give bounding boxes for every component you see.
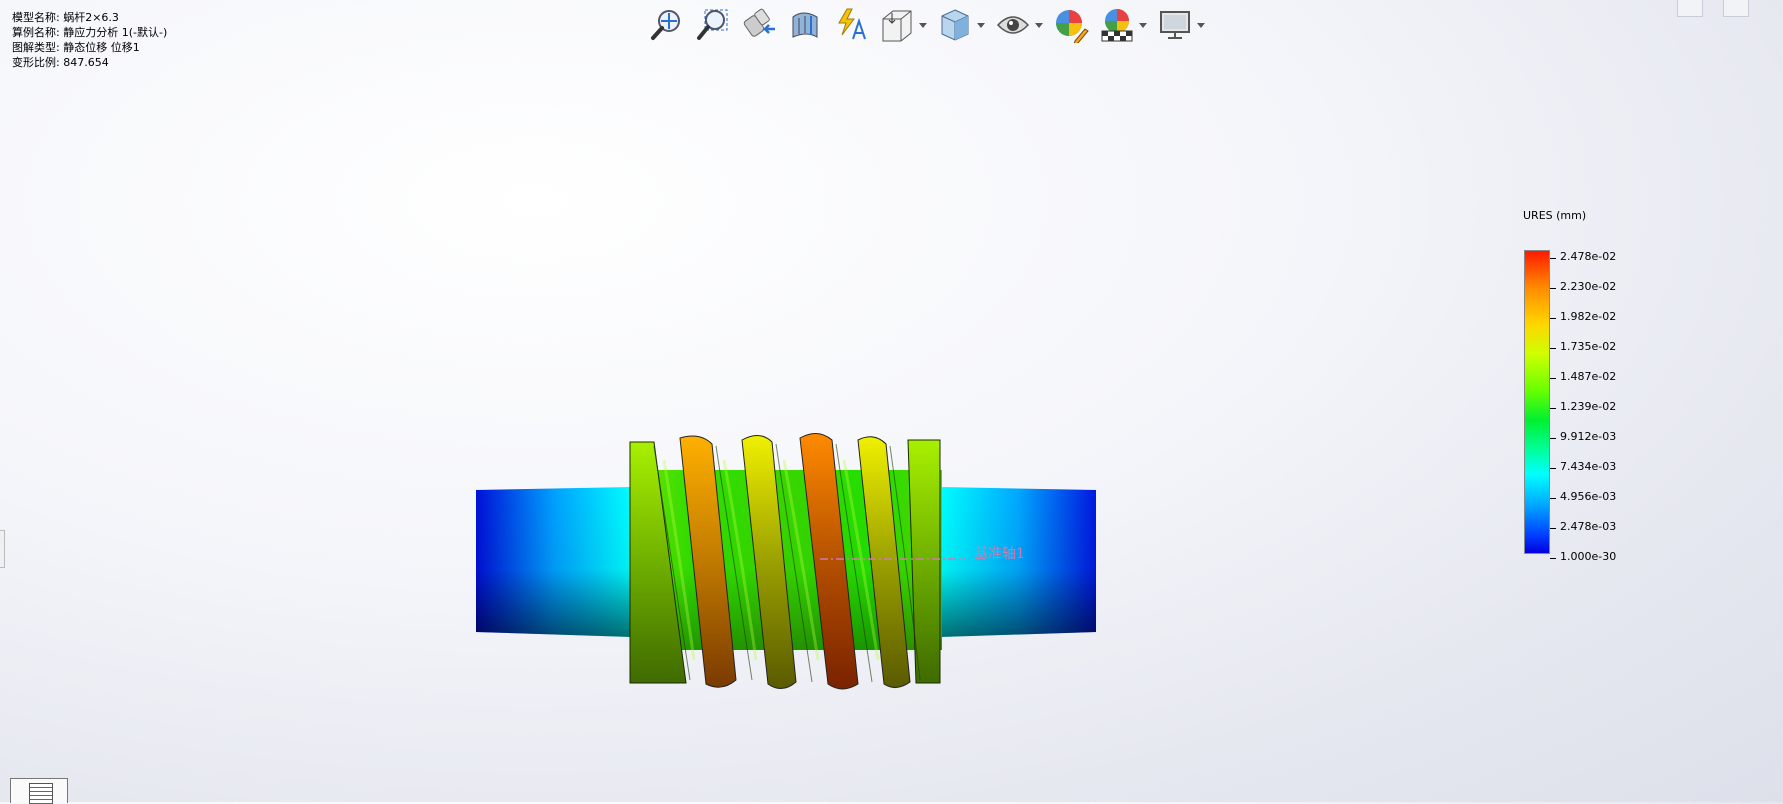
legend-color-bar <box>1524 250 1550 554</box>
legend-tick <box>1550 498 1556 499</box>
legend-value-label: 9.912e-03 <box>1560 430 1617 443</box>
legend-value-label: 7.434e-03 <box>1560 460 1617 473</box>
legend-value-label: 1.000e-30 <box>1560 550 1617 563</box>
worm-shaft-model <box>476 433 1096 690</box>
legend-tick <box>1550 468 1556 469</box>
legend-tick <box>1550 318 1556 319</box>
legend-tick <box>1550 258 1556 259</box>
legend-value-label: 4.956e-03 <box>1560 490 1617 503</box>
legend-value-label: 2.478e-02 <box>1560 250 1617 263</box>
legend-tick <box>1550 438 1556 439</box>
legend-tick <box>1550 378 1556 379</box>
legend-value-label: 1.735e-02 <box>1560 340 1617 353</box>
legend-tick <box>1550 558 1556 559</box>
legend-value-label: 1.487e-02 <box>1560 370 1617 383</box>
legend-tick <box>1550 348 1556 349</box>
legend-value-label: 2.478e-03 <box>1560 520 1617 533</box>
legend-title: URES (mm) <box>1523 209 1587 222</box>
legend-value-label: 1.239e-02 <box>1560 400 1617 413</box>
legend-value-label: 2.230e-02 <box>1560 280 1617 293</box>
legend-tick <box>1550 408 1556 409</box>
legend-tick <box>1550 288 1556 289</box>
legend-value-label: 1.982e-02 <box>1560 310 1617 323</box>
datum-axis-label: 基准轴1 <box>974 546 1025 562</box>
legend-tick <box>1550 528 1556 529</box>
